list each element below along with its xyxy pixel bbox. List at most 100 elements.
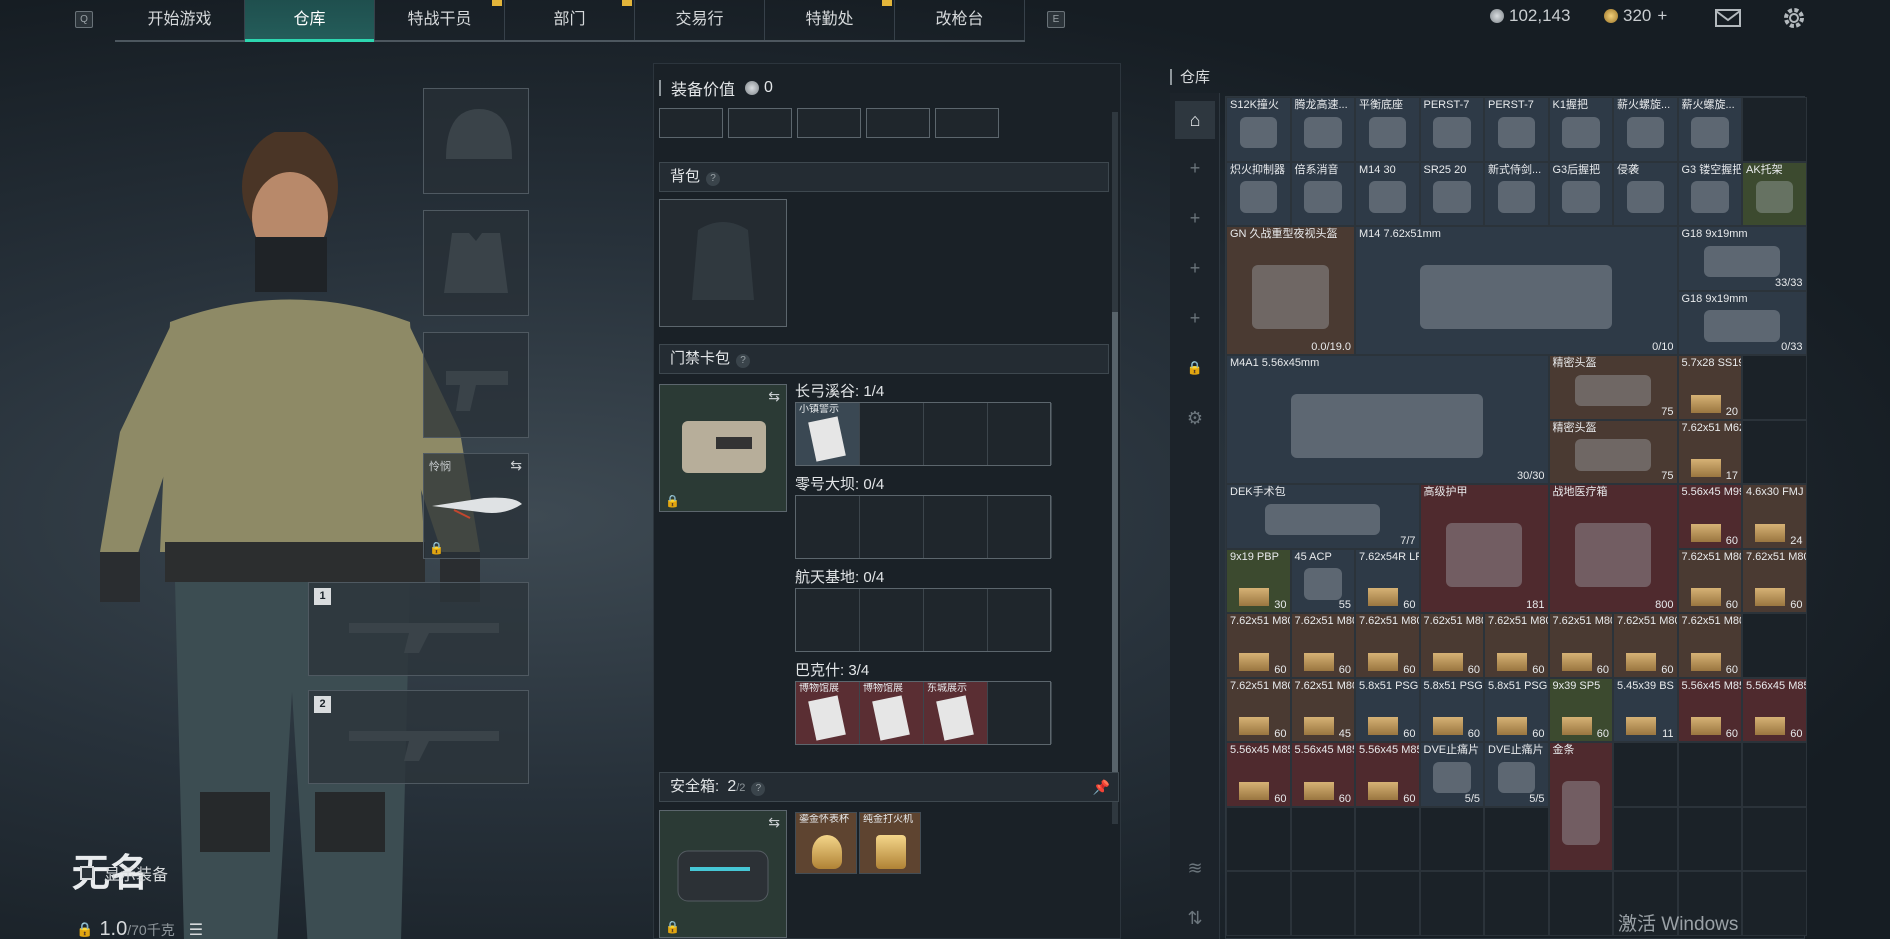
stash-item[interactable]: 7.62x51 M80 60 bbox=[1742, 548, 1807, 613]
tab-1[interactable]: 仓库 bbox=[245, 0, 375, 42]
help-icon[interactable]: ? bbox=[751, 782, 766, 796]
primary-weapon-slot[interactable]: 1 bbox=[308, 582, 529, 676]
keycard-grid[interactable]: 博物馆展 博物馆展 东城展示 bbox=[795, 681, 1052, 745]
add-tab-icon[interactable]: + bbox=[1180, 203, 1210, 233]
add-tab-icon[interactable]: + bbox=[1180, 303, 1210, 333]
add-tab-icon[interactable]: + bbox=[1180, 153, 1210, 183]
swap-icon[interactable]: ⇆ bbox=[768, 814, 780, 831]
melee-slot[interactable]: 怜悯 ⇆ 🔒 bbox=[423, 453, 529, 559]
stash-empty-cell[interactable] bbox=[1419, 806, 1484, 871]
pin-icon[interactable]: 📌 bbox=[1093, 773, 1110, 801]
stash-item[interactable]: 5.56x45 M995 60 bbox=[1677, 484, 1742, 549]
stash-empty-cell[interactable] bbox=[1355, 806, 1420, 871]
stash-empty-cell[interactable] bbox=[1484, 806, 1549, 871]
stash-item[interactable]: DEK手术包 7/7 bbox=[1226, 484, 1420, 549]
keycard-cell[interactable]: 博物馆展 bbox=[796, 682, 860, 744]
stash-item[interactable]: 4.6x30 FMJ SX 24 bbox=[1742, 484, 1807, 549]
keycard-case-slot[interactable]: ⇆ 🔒 bbox=[659, 384, 787, 512]
tab-0[interactable]: 开始游戏 bbox=[115, 0, 245, 40]
stash-item[interactable]: 7.62x51 M62 17 bbox=[1677, 419, 1742, 484]
help-icon[interactable]: ? bbox=[706, 172, 721, 186]
stash-item[interactable]: 7.62x51 M80 45 bbox=[1290, 677, 1355, 742]
stash-item[interactable]: PERST-7 bbox=[1419, 97, 1484, 162]
keycard-cell[interactable] bbox=[988, 589, 1052, 651]
keycard-cell[interactable] bbox=[924, 403, 988, 465]
tab-4[interactable]: 交易行 bbox=[635, 0, 765, 40]
stash-empty-cell[interactable] bbox=[1226, 806, 1291, 871]
stash-empty-cell[interactable] bbox=[1226, 871, 1291, 936]
keycard-cell[interactable] bbox=[924, 589, 988, 651]
gold-currency[interactable]: 320 + bbox=[1604, 6, 1667, 26]
stash-item[interactable]: 7.62x51 M80 60 bbox=[1226, 677, 1291, 742]
tab-3[interactable]: 部门 bbox=[505, 0, 635, 40]
stash-item[interactable]: 9x19 PBP 30 bbox=[1226, 548, 1291, 613]
stash-empty-cell[interactable] bbox=[1742, 97, 1807, 162]
add-gold-icon[interactable]: + bbox=[1657, 6, 1667, 26]
keycard-cell[interactable] bbox=[860, 403, 924, 465]
stash-item[interactable]: PERST-7 bbox=[1484, 97, 1549, 162]
stash-item[interactable]: M14 30 bbox=[1355, 161, 1420, 226]
rig-slot[interactable] bbox=[866, 108, 930, 138]
stash-item[interactable]: SR25 20 bbox=[1419, 161, 1484, 226]
stash-empty-cell[interactable] bbox=[1677, 742, 1742, 807]
stash-empty-cell[interactable] bbox=[1742, 613, 1807, 678]
stash-empty-cell[interactable] bbox=[1355, 871, 1420, 936]
stash-empty-cell[interactable] bbox=[1613, 742, 1678, 807]
stash-item[interactable]: 5.8x51 PSG 60 bbox=[1484, 677, 1549, 742]
keycard-cell[interactable]: 东城展示 bbox=[924, 682, 988, 744]
stash-item[interactable]: 5.56x45 M855A1 60 bbox=[1677, 677, 1742, 742]
stash-empty-cell[interactable] bbox=[1677, 806, 1742, 871]
stash-item[interactable]: 9x39 SP5 60 bbox=[1548, 677, 1613, 742]
keycard-cell[interactable]: 小镇警示 bbox=[796, 403, 860, 465]
checkbox[interactable] bbox=[80, 866, 94, 880]
list-icon[interactable]: ☰ bbox=[189, 920, 203, 939]
stash-item[interactable]: S12K撞火 bbox=[1226, 97, 1291, 162]
stash-item[interactable]: 7.62x51 M80 60 bbox=[1677, 613, 1742, 678]
stash-item[interactable]: 5.56x45 M855A1 60 bbox=[1742, 677, 1807, 742]
stash-item[interactable]: 金条 bbox=[1548, 742, 1613, 871]
stash-empty-cell[interactable] bbox=[1742, 742, 1807, 807]
stash-item[interactable]: 5.56x45 M855A1 60 bbox=[1226, 742, 1291, 807]
keycard-cell[interactable]: 博物馆展 bbox=[860, 682, 924, 744]
keycard-cell[interactable] bbox=[988, 496, 1052, 558]
stash-item[interactable]: 高级护甲 181 bbox=[1419, 484, 1549, 613]
show-equipment-toggle[interactable]: 显示装备 bbox=[80, 861, 168, 885]
stash-item[interactable]: G3后握把 bbox=[1548, 161, 1613, 226]
stash-item[interactable]: 倍系消音 bbox=[1290, 161, 1355, 226]
tab-2[interactable]: 特战干员 bbox=[375, 0, 505, 40]
rig-slot[interactable] bbox=[728, 108, 792, 138]
keycard-cell[interactable] bbox=[924, 496, 988, 558]
pistol-slot[interactable] bbox=[423, 332, 529, 438]
stash-item[interactable]: 精密头盔 75 bbox=[1548, 419, 1678, 484]
stash-item[interactable]: 5.8x51 PSG 60 bbox=[1355, 677, 1420, 742]
keycard-cell[interactable] bbox=[860, 589, 924, 651]
rig-slot[interactable] bbox=[659, 108, 723, 138]
stash-item[interactable]: 薪火螺旋... bbox=[1677, 97, 1742, 162]
stash-item[interactable]: K1握把 bbox=[1548, 97, 1613, 162]
safebox-slot[interactable]: ⇆ 🔒 bbox=[659, 810, 787, 938]
stash-item[interactable]: M14 7.62x51mm 0/10 bbox=[1355, 226, 1678, 355]
keycard-grid[interactable] bbox=[795, 495, 1052, 559]
stash-item[interactable]: 7.62x51 M80 60 bbox=[1677, 548, 1742, 613]
settings-gear-icon[interactable]: ⚙ bbox=[1180, 403, 1210, 433]
scrollbar-thumb[interactable] bbox=[1112, 312, 1118, 782]
stash-item[interactable]: G18 9x19mm 33/33 bbox=[1677, 226, 1807, 291]
stash-item[interactable]: 炽火抑制器 bbox=[1226, 161, 1291, 226]
helmet-slot[interactable] bbox=[423, 88, 529, 194]
swap-icon[interactable]: ⇆ bbox=[510, 457, 522, 474]
mail-icon[interactable] bbox=[1715, 8, 1741, 33]
stash-empty-cell[interactable] bbox=[1742, 355, 1807, 420]
keycard-grid[interactable] bbox=[795, 588, 1052, 652]
stash-item[interactable]: 5.56x45 M855A1 60 bbox=[1290, 742, 1355, 807]
keycard-cell[interactable] bbox=[796, 589, 860, 651]
stash-empty-cell[interactable] bbox=[1613, 806, 1678, 871]
stash-item[interactable]: 7.62x51 M80 60 bbox=[1613, 613, 1678, 678]
stash-item[interactable]: 侵袭 bbox=[1613, 161, 1678, 226]
keycard-grid[interactable]: 小镇警示 bbox=[795, 402, 1052, 466]
safebox-item[interactable]: 鎏金怀表杯 bbox=[795, 812, 857, 874]
rig-slot[interactable] bbox=[935, 108, 999, 138]
stash-item[interactable]: 腾龙高速... bbox=[1290, 97, 1355, 162]
tab-6[interactable]: 改枪台 bbox=[895, 0, 1025, 40]
safebox-item[interactable]: 纯金打火机 bbox=[859, 812, 921, 874]
stash-item[interactable]: G3 镂空握把 bbox=[1677, 161, 1742, 226]
